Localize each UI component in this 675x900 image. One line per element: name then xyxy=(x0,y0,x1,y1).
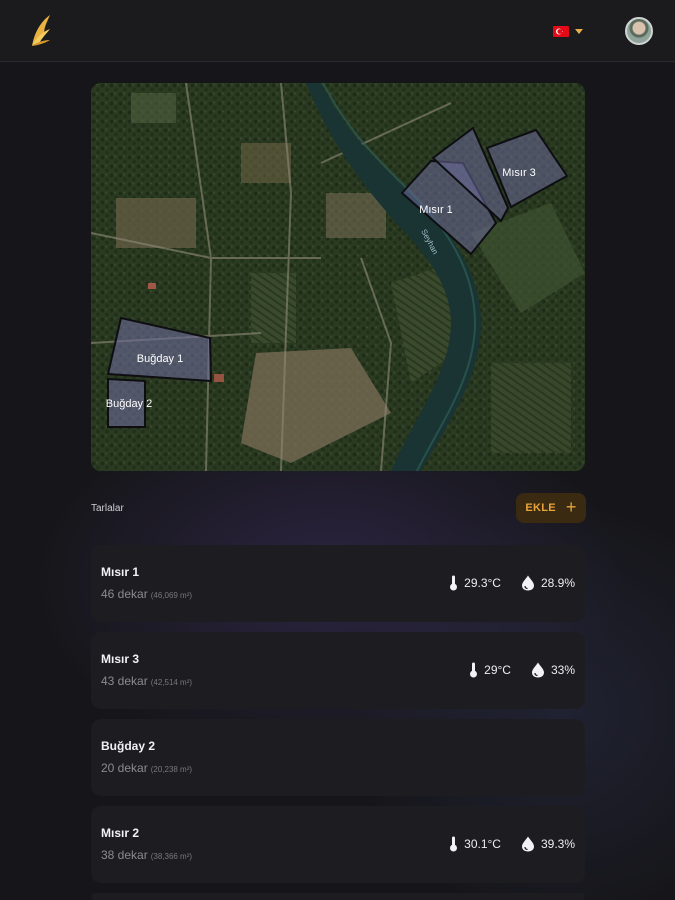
field-card[interactable]: Mısır 1 46 dekar (46,069 m²) 29.3°C 28.9% xyxy=(91,545,585,622)
wing-logo-icon[interactable] xyxy=(28,12,54,50)
humidity-value: 28.9% xyxy=(540,576,575,590)
field-area: 43 dekar (42,514 m²) xyxy=(101,674,192,688)
field-area-m2: (46,069 m²) xyxy=(150,591,193,600)
avatar[interactable] xyxy=(625,17,653,45)
humidity-metric: 39.3% xyxy=(521,836,575,852)
plus-icon: + xyxy=(565,497,577,517)
field-card-partial[interactable] xyxy=(91,893,585,900)
temperature-value: 30.1°C xyxy=(464,837,501,851)
field-label-misir-1: Mısır 1 xyxy=(419,204,453,216)
field-card[interactable]: Buğday 2 20 dekar (20,238 m²) xyxy=(91,719,585,796)
temperature-metric: 29°C xyxy=(469,662,511,678)
top-bar xyxy=(0,0,675,62)
thermometer-icon xyxy=(450,575,458,591)
language-selector[interactable] xyxy=(553,24,583,38)
field-metrics: 30.1°C 39.3% xyxy=(449,836,575,852)
field-name: Mısır 3 xyxy=(101,652,140,666)
field-name: Mısır 2 xyxy=(101,826,140,840)
thermometer-icon xyxy=(450,836,458,852)
humidity-value: 33% xyxy=(550,663,575,677)
field-card[interactable]: Mısır 3 43 dekar (42,514 m²) 29°C 33% xyxy=(91,632,585,709)
field-area: 46 dekar (46,069 m²) xyxy=(101,587,192,601)
field-label-misir-3: Mısır 3 xyxy=(502,167,536,179)
field-area-m2: (20,238 m²) xyxy=(150,765,193,774)
field-label-bugday-1: Buğday 1 xyxy=(137,353,183,365)
field-card[interactable]: Mısır 2 38 dekar (38,366 m²) 30.1°C 39.3% xyxy=(91,806,585,883)
field-metrics: 29°C 33% xyxy=(469,662,575,678)
humidity-value: 39.3% xyxy=(540,837,575,851)
water-drop-icon xyxy=(521,836,534,852)
field-area: 38 dekar (38,366 m²) xyxy=(101,848,192,862)
chevron-down-icon xyxy=(575,28,583,34)
temperature-value: 29.3°C xyxy=(464,576,501,590)
temperature-metric: 30.1°C xyxy=(449,836,501,852)
temperature-metric: 29.3°C xyxy=(449,575,501,591)
turkey-flag-icon xyxy=(553,25,569,37)
field-area-dekar: 46 dekar xyxy=(101,587,148,601)
field-area-dekar: 38 dekar xyxy=(101,848,148,862)
humidity-metric: 33% xyxy=(531,662,575,678)
field-name: Mısır 1 xyxy=(101,565,140,579)
water-drop-icon xyxy=(531,662,544,678)
field-area: 20 dekar (20,238 m²) xyxy=(101,761,192,775)
field-area-m2: (38,366 m²) xyxy=(150,852,193,861)
fields-section-title: Tarlalar xyxy=(91,503,124,514)
add-field-button[interactable]: EKLE + xyxy=(516,493,586,523)
thermometer-icon xyxy=(470,662,478,678)
temperature-value: 29°C xyxy=(484,663,511,677)
field-metrics: 29.3°C 28.9% xyxy=(449,575,575,591)
field-area-m2: (42,514 m²) xyxy=(150,678,193,687)
humidity-metric: 28.9% xyxy=(521,575,575,591)
field-map[interactable]: Seyhan Mısır 1 Mısır 3 Buğday 1 Buğday 2 xyxy=(91,83,585,471)
field-label-bugday-2: Buğday 2 xyxy=(106,398,152,410)
water-drop-icon xyxy=(521,575,534,591)
field-area-dekar: 20 dekar xyxy=(101,761,148,775)
field-area-dekar: 43 dekar xyxy=(101,674,148,688)
add-button-label: EKLE xyxy=(525,502,556,514)
field-name: Buğday 2 xyxy=(101,739,156,753)
field-polygon-bugday-2[interactable]: Buğday 2 xyxy=(106,377,152,428)
